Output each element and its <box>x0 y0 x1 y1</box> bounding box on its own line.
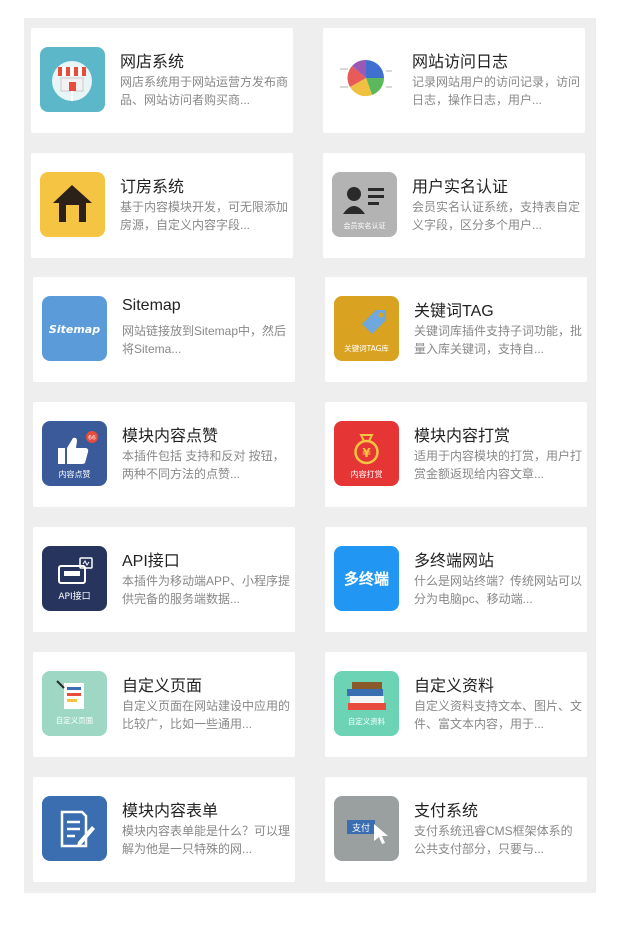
plugin-card-custom-data[interactable]: 自定义资料 自定义资料 自定义资料支持文本、图片、文件、富文本内容，用于... <box>325 652 587 757</box>
icon-caption: 内容点赞 <box>59 469 91 479</box>
icon-caption: 支付 <box>352 822 370 834</box>
plugin-title: 订房系统 <box>120 179 185 196</box>
plugin-card-like[interactable]: 66 内容点赞 模块内容点赞 本插件包括 支持和反对 按钮，两种不同方法的点赞.… <box>33 402 295 507</box>
form-icon <box>42 796 107 861</box>
plugin-description: 适用于内容模块的打赏，用户打赏金额返现给内容文章... <box>414 449 582 481</box>
house-icon <box>40 172 105 237</box>
icon-caption: Sitemap <box>49 323 100 336</box>
icon-caption: 多终端 <box>344 570 389 588</box>
plugin-card-realname[interactable]: 会员实名认证 用户实名认证 会员实名认证系统，支持表自定义字段，区分多个用户..… <box>323 153 585 258</box>
plugin-description: 自定义页面在网站建设中应用的比较广，比如一些通用... <box>122 699 290 731</box>
plugin-description: 本插件包括 支持和反对 按钮，两种不同方法的点赞... <box>122 449 285 481</box>
plugin-title: 关键词TAG <box>414 303 494 320</box>
plugin-title: Sitemap <box>122 297 181 314</box>
plugin-title: API接口 <box>122 553 180 570</box>
plugin-description: 网店系统用于网站运营方发布商品、网站访问者购买商... <box>120 75 288 107</box>
tag-icon: 关键词TAG库 <box>334 296 399 361</box>
pie-chart-icon <box>332 47 397 112</box>
plugin-title: 模块内容打赏 <box>414 428 511 445</box>
icon-caption: 会员实名认证 <box>344 221 386 230</box>
money-bag-icon: ¥ 内容打赏 <box>334 421 399 486</box>
plugin-card-reward[interactable]: ¥ 内容打赏 模块内容打赏 适用于内容模块的打赏，用户打赏金额返现给内容文章..… <box>325 402 587 507</box>
plugin-description: 本插件为移动端APP、小程序提供完备的服务端数据... <box>122 574 290 606</box>
plugin-description: 模块内容表单能是什么？可以理解为他是一只特殊的网... <box>122 824 290 856</box>
plugin-title: 多终端网站 <box>414 553 495 570</box>
svg-text:¥: ¥ <box>362 446 371 460</box>
plugin-description: 支付系统迅睿CMS框架体系的公共支付部分，只要与... <box>414 824 573 856</box>
plugin-card-visit-log[interactable]: 网站访问日志 记录网站用户的访问记录，访问日志，操作日志，用户... <box>323 28 585 133</box>
plugin-title: 模块内容表单 <box>122 803 219 820</box>
plugin-card-keyword-tag[interactable]: 关键词TAG库 关键词TAG 关键词库插件支持子词功能，批量入库关键词，支持自.… <box>325 277 587 382</box>
plugin-card-sitemap[interactable]: Sitemap Sitemap 网站链接放到Sitemap中，然后将Sitema… <box>33 277 295 382</box>
plugin-title: 网站访问日志 <box>412 54 509 71</box>
plugin-description: 会员实名认证系统，支持表自定义字段，区分多个用户... <box>412 200 580 232</box>
multi-terminal-icon: 多终端 <box>334 546 399 611</box>
plugin-card-api[interactable]: API接口 API接口 本插件为移动端APP、小程序提供完备的服务端数据... <box>33 527 295 632</box>
custom-page-icon: 自定义页面 <box>42 671 107 736</box>
books-icon: 自定义资料 <box>334 671 399 736</box>
plugin-title: 网店系统 <box>120 54 185 71</box>
icon-caption: 自定义页面 <box>56 715 94 725</box>
icon-caption: 自定义资料 <box>348 716 386 726</box>
plugin-card-multi-terminal[interactable]: 多终端 多终端网站 什么是网站终端？传统网站可以分为电脑pc、移动端... <box>325 527 587 632</box>
plugin-card-form[interactable]: 模块内容表单 模块内容表单能是什么？可以理解为他是一只特殊的网... <box>33 777 295 882</box>
thumbs-up-icon: 66 内容点赞 <box>42 421 107 486</box>
plugin-grid: 网店系统 网店系统用于网站运营方发布商品、网站访问者购买商... 网站访问日志 … <box>24 18 596 893</box>
like-count-badge: 66 <box>88 435 96 442</box>
plugin-description: 基于内容模块开发，可无限添加房源，自定义内容字段... <box>120 200 288 232</box>
icon-caption: 内容打赏 <box>351 469 383 479</box>
plugin-title: 自定义资料 <box>414 678 495 695</box>
plugin-title: 自定义页面 <box>122 678 203 695</box>
plugin-card-payment[interactable]: 支付 支付系统 支付系统迅睿CMS框架体系的公共支付部分，只要与... <box>325 777 587 882</box>
plugin-title: 用户实名认证 <box>412 179 509 196</box>
plugin-title: 模块内容点赞 <box>122 428 219 445</box>
sitemap-icon: Sitemap <box>42 296 107 361</box>
plugin-description: 记录网站用户的访问记录，访问日志，操作日志，用户... <box>412 75 580 107</box>
plugin-description: 什么是网站终端？传统网站可以分为电脑pc、移动端... <box>414 574 582 606</box>
api-icon: API接口 <box>42 546 107 611</box>
plugin-card-custom-page[interactable]: 自定义页面 自定义页面 自定义页面在网站建设中应用的比较广，比如一些通用... <box>33 652 295 757</box>
id-card-icon: 会员实名认证 <box>332 172 397 237</box>
plugin-title: 支付系统 <box>414 803 479 820</box>
plugin-description: 自定义资料支持文本、图片、文件、富文本内容，用于... <box>414 699 582 731</box>
plugin-description: 网站链接放到Sitemap中，然后将Sitema... <box>122 324 287 356</box>
plugin-card-shop[interactable]: 网店系统 网店系统用于网站运营方发布商品、网站访问者购买商... <box>31 28 293 133</box>
storefront-icon <box>40 47 105 112</box>
icon-caption: 关键词TAG库 <box>344 343 389 353</box>
payment-icon: 支付 <box>334 796 399 861</box>
icon-caption: API接口 <box>58 590 90 602</box>
plugin-description: 关键词库插件支持子词功能，批量入库关键词，支持自... <box>414 324 582 356</box>
plugin-card-booking[interactable]: 订房系统 基于内容模块开发，可无限添加房源，自定义内容字段... <box>31 153 293 258</box>
